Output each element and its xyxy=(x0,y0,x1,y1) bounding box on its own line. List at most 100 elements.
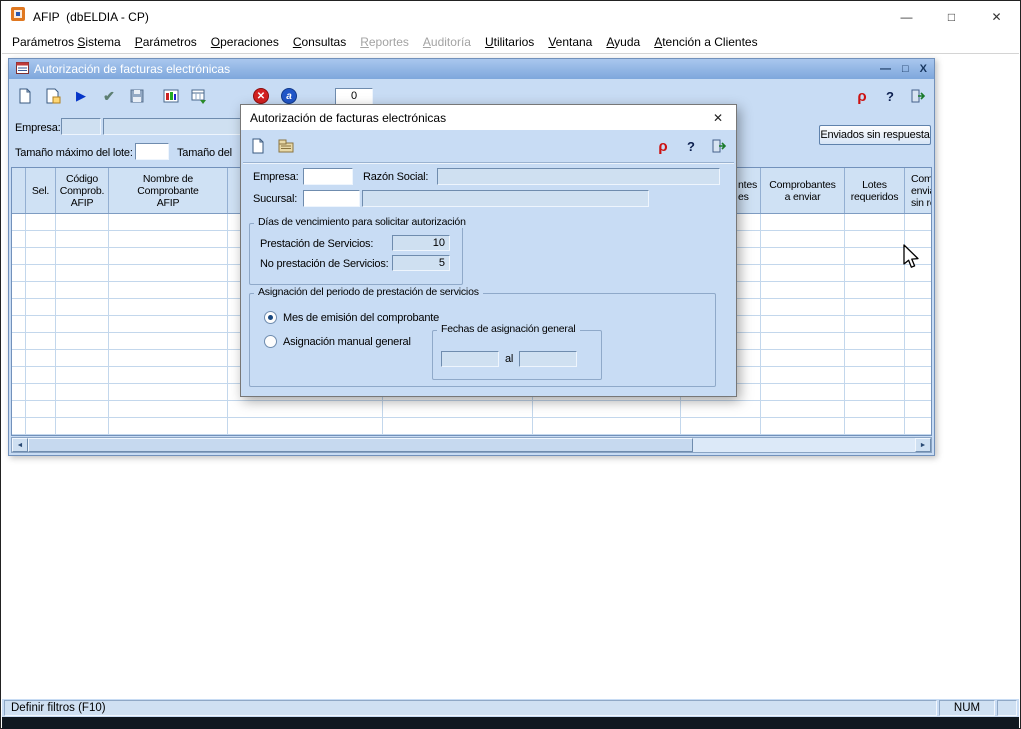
statusbar: Definir filtros (F10) NUM xyxy=(2,699,1019,717)
support-icon: ρ xyxy=(857,88,866,105)
horizontal-scrollbar: ◄ ► xyxy=(11,437,932,453)
support-button[interactable]: ρ xyxy=(850,84,874,108)
scrollbar-track[interactable] xyxy=(28,438,915,452)
window-caption-buttons: — □ ✕ xyxy=(884,2,1019,31)
window-title: AFIP (dbELDIA - CP) xyxy=(33,10,149,24)
save-icon xyxy=(129,88,145,104)
dialog-sucursal-input[interactable] xyxy=(303,190,360,207)
dialog-help-button[interactable]: ? xyxy=(680,135,702,157)
dialog-titlebar[interactable]: Autorización de facturas electrónicas ✕ xyxy=(241,105,736,130)
export-grid-icon xyxy=(191,88,207,104)
grid-column-codigo[interactable]: CódigoComprob.AFIP xyxy=(56,168,109,213)
enviados-sin-respuesta-button[interactable]: Enviados sin respuesta xyxy=(819,125,931,145)
properties-icon xyxy=(45,88,61,104)
lote-counter-field[interactable]: 0 xyxy=(335,88,373,105)
scroll-right-button[interactable]: ► xyxy=(915,438,931,452)
dialog-exit-button[interactable] xyxy=(708,135,730,157)
dialog-browse-button[interactable] xyxy=(275,135,297,157)
dialog-sucursal-desc-field xyxy=(362,190,649,207)
dialog-title: Autorización de facturas electrónicas xyxy=(250,111,446,125)
database-button[interactable] xyxy=(159,84,183,108)
help-icon: ? xyxy=(687,139,695,154)
grid-column-a-enviar[interactable]: Comprobantesa enviar xyxy=(761,168,845,213)
exit-icon xyxy=(910,88,926,104)
export-grid-button[interactable] xyxy=(187,84,211,108)
menu-item-ayuda[interactable]: Ayuda xyxy=(599,32,647,52)
vencimiento-groupbox: Días de vencimiento para solicitar autor… xyxy=(249,223,463,285)
card-file-icon xyxy=(278,139,295,154)
radio-mes-label[interactable]: Mes de emisión del comprobante xyxy=(283,312,439,324)
menubar: Parámetros SistemaParámetrosOperacionesC… xyxy=(2,31,1019,54)
dialog-new-button[interactable] xyxy=(247,135,269,157)
close-button[interactable]: ✕ xyxy=(974,2,1019,31)
no-prestacion-dias-field[interactable]: 5 xyxy=(392,255,450,271)
maximize-button[interactable]: □ xyxy=(929,2,974,31)
child-titlebar[interactable]: Autorización de facturas electrónicas — … xyxy=(9,59,934,79)
child-minimize-button[interactable]: — xyxy=(880,63,891,75)
check-icon: ✔ xyxy=(103,88,115,105)
prestacion-label: Prestación de Servicios: xyxy=(260,238,373,250)
app-icon xyxy=(10,6,26,27)
confirm-button[interactable]: ✔ xyxy=(97,84,121,108)
menu-item-operaciones[interactable]: Operaciones xyxy=(204,32,286,52)
child-maximize-button[interactable]: □ xyxy=(902,63,909,75)
new-button[interactable] xyxy=(13,84,37,108)
prestacion-dias-field[interactable]: 10 xyxy=(392,235,450,251)
child-window-title: Autorización de facturas electrónicas xyxy=(34,62,230,76)
minimize-button[interactable]: — xyxy=(884,2,929,31)
menu-item-ventana[interactable]: Ventana xyxy=(541,32,599,52)
menu-item-atencion-a-clientes[interactable]: Atención a Clientes xyxy=(647,32,764,52)
child-caption-buttons: — □ X xyxy=(880,63,927,75)
no-prestacion-label: No prestación de Servicios: xyxy=(260,258,389,270)
run-button[interactable]: ▶ xyxy=(69,84,93,108)
dialog-empresa-label: Empresa: xyxy=(253,171,298,183)
dialog-close-button[interactable]: ✕ xyxy=(700,105,736,130)
dialog-sucursal-label: Sucursal: xyxy=(253,193,297,205)
menu-item-parametros-sistema[interactable]: Parámetros Sistema xyxy=(5,32,128,52)
num-lock-indicator: NUM xyxy=(939,700,995,716)
menu-item-consultas[interactable]: Consultas xyxy=(286,32,353,52)
tamano-lote-label: Tamaño máximo del lote: xyxy=(15,147,133,159)
grid-column-lotes[interactable]: Lotesrequeridos xyxy=(845,168,905,213)
window-bottom-edge xyxy=(2,717,1019,729)
child-close-button[interactable]: X xyxy=(920,63,927,75)
al-label: al xyxy=(505,353,513,365)
grid-column-nombre[interactable]: Nombre deComprobanteAFIP xyxy=(109,168,228,213)
dialog-toolbar: ρ ? xyxy=(247,133,730,159)
grid-row-13[interactable] xyxy=(12,418,931,435)
dialog-empresa-input[interactable] xyxy=(303,168,353,185)
radio-asignacion-manual[interactable] xyxy=(264,335,277,348)
tamano-lote-input[interactable] xyxy=(135,143,169,160)
scrollbar-thumb[interactable] xyxy=(28,438,693,452)
menu-item-parametros[interactable]: Parámetros xyxy=(128,32,204,52)
autorizacion-dialog: Autorización de facturas electrónicas ✕ … xyxy=(240,104,737,397)
grid-column-selector[interactable] xyxy=(12,168,26,213)
exit-button[interactable] xyxy=(906,84,930,108)
grid-column-sel[interactable]: Sel. xyxy=(26,168,56,213)
help-icon: ? xyxy=(886,89,894,104)
status-pane-empty xyxy=(997,700,1017,716)
radio-mes-emision[interactable] xyxy=(264,311,277,324)
status-message: Definir filtros (F10) xyxy=(4,700,937,716)
menu-item-utilitarios[interactable]: Utilitarios xyxy=(478,32,541,52)
radio-manual-label[interactable]: Asignación manual general xyxy=(283,336,411,348)
grid-row-12[interactable] xyxy=(12,401,931,418)
fecha-hasta-input[interactable] xyxy=(519,351,577,367)
empresa-input[interactable] xyxy=(61,118,101,135)
empresa-label: Empresa: xyxy=(15,122,60,134)
help-button[interactable]: ? xyxy=(878,84,902,108)
fecha-desde-input[interactable] xyxy=(441,351,499,367)
grid-column-enviados[interactable]: Comprobaenviadosin respu xyxy=(905,168,932,213)
database-columns-icon xyxy=(163,88,179,104)
fechas-groupbox: Fechas de asignación general al xyxy=(432,330,602,380)
authorize-icon: a xyxy=(281,88,297,104)
run-icon: ▶ xyxy=(76,88,86,104)
asignacion-legend: Asignación del periodo de prestación de … xyxy=(254,286,483,298)
save-button[interactable] xyxy=(125,84,149,108)
scroll-left-button[interactable]: ◄ xyxy=(12,438,28,452)
fechas-legend: Fechas de asignación general xyxy=(437,323,580,335)
cancel-icon: ✕ xyxy=(253,88,269,104)
dialog-support-button[interactable]: ρ xyxy=(652,135,674,157)
edit-properties-button[interactable] xyxy=(41,84,65,108)
menu-item-auditoria: Auditoría xyxy=(416,32,478,52)
